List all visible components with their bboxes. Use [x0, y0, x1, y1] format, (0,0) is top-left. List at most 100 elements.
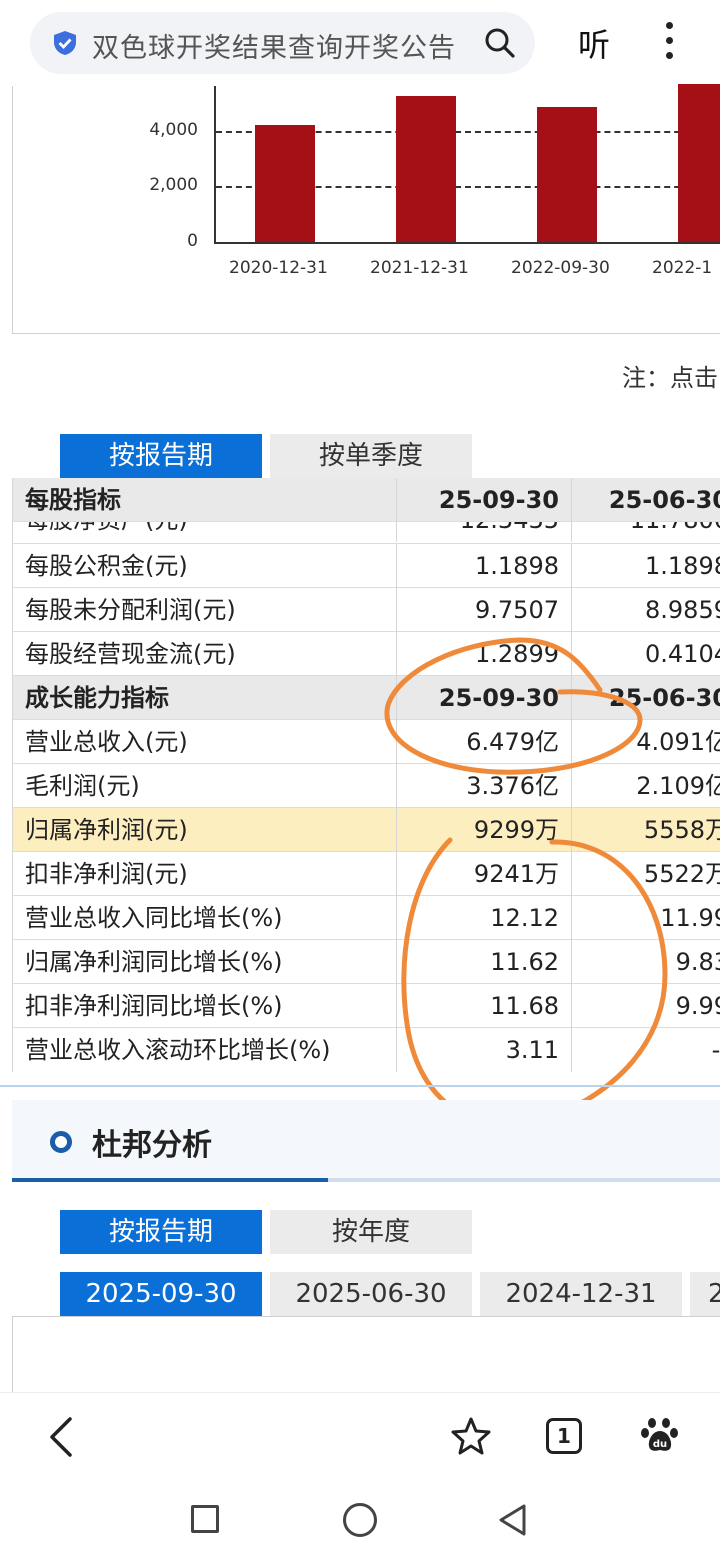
x-tick-label: 2022-09-30: [511, 258, 610, 278]
date-tab-2025-09-30[interactable]: 2025-09-30: [60, 1272, 262, 1316]
row-label: 营业总收入滚动环比增长(%): [25, 1036, 331, 1064]
row-label: 扣非净利润(元): [25, 860, 188, 888]
table-header-row: 每股指标 25-09-30 25-06-30: [13, 478, 720, 522]
row-label: 营业总收入同比增长(%): [25, 904, 283, 932]
shield-icon: [54, 31, 76, 55]
date-tab-2025-06-30[interactable]: 2025-06-30: [270, 1272, 472, 1316]
system-back-icon[interactable]: [496, 1503, 528, 1537]
row-label: 每股经营现金流(元): [25, 640, 236, 668]
bullet-ring-icon: [50, 1131, 72, 1153]
table-row: 每股未分配利润(元) 9.7507 8.9859: [13, 588, 720, 632]
section-col2: 25-06-30: [571, 676, 720, 720]
chart-bar: [678, 83, 720, 242]
y-tick-label: 2,000: [149, 175, 198, 196]
dupont-content: [12, 1316, 720, 1396]
table-row: 归属净利润同比增长(%) 11.62 9.83: [13, 940, 720, 984]
dupont-tab-by-report-period[interactable]: 按报告期: [60, 1210, 262, 1254]
home-icon[interactable]: [343, 1503, 377, 1537]
y-tick-label: 0: [187, 231, 198, 251]
table-row: 营业总收入同比增长(%) 12.12 11.99: [13, 896, 720, 940]
recent-apps-icon[interactable]: [191, 1505, 219, 1533]
row-col1: 9241万: [396, 852, 571, 896]
header-label: 每股指标: [25, 486, 121, 514]
row-label: 每股公积金(元): [25, 552, 188, 580]
chart-frame: [12, 86, 720, 334]
search-bar[interactable]: 双色球开奖结果查询开奖公告: [30, 12, 535, 74]
row-col1: 6.479亿: [396, 720, 571, 764]
more-icon[interactable]: [662, 22, 676, 62]
date-tab-2024-12-31[interactable]: 2024-12-31: [480, 1272, 682, 1316]
table-row: 扣非净利润同比增长(%) 11.68 9.99: [13, 984, 720, 1028]
section-divider: [0, 1085, 720, 1087]
row-col2: 8.9859: [571, 588, 720, 632]
table-row: 每股净资产(元) 12.3435 11.7806: [13, 522, 720, 544]
row-col2: 4.091亿: [571, 720, 720, 764]
chart-bar: [396, 96, 456, 242]
row-label: 毛利润(元): [25, 772, 140, 800]
row-col1: 9299万: [396, 808, 571, 852]
y-tick-label: 4,000: [149, 119, 198, 140]
row-label: 归属净利润(元): [25, 816, 188, 844]
row-col2: 2.109亿: [571, 764, 720, 808]
row-col2: 9.83: [571, 940, 720, 984]
row-label: 每股未分配利润(元): [25, 596, 236, 624]
table-row: 扣非净利润(元) 9241万 5522万: [13, 852, 720, 896]
star-icon[interactable]: [450, 1415, 492, 1457]
row-col1: 9.7507: [396, 588, 571, 632]
table-row: 营业总收入(元) 6.479亿 4.091亿: [13, 720, 720, 764]
search-icon[interactable]: [483, 26, 517, 60]
section-underline: [12, 1178, 720, 1182]
tab-by-report-period[interactable]: 按报告期: [60, 434, 262, 478]
row-label: 归属净利润同比增长(%): [25, 948, 283, 976]
row-col1: 3.376亿: [396, 764, 571, 808]
system-navigation-bar: [0, 1480, 720, 1558]
row-col1: 11.62: [396, 940, 571, 984]
tabs-count-button[interactable]: 1: [546, 1418, 582, 1454]
date-tab-next[interactable]: 2: [690, 1272, 720, 1316]
financial-table: 每股指标 25-09-30 25-06-30 每股净资产(元) 12.3435 …: [12, 478, 720, 1072]
baidu-paw-icon[interactable]: du: [640, 1415, 680, 1455]
y-axis: [214, 86, 216, 243]
row-col2: 1.1898: [571, 544, 720, 588]
row-label: 扣非净利润同比增长(%): [25, 992, 283, 1020]
row-col2: 0.4104: [571, 632, 720, 676]
table-row: 营业总收入滚动环比增长(%) 3.11 --: [13, 1028, 720, 1072]
row-col1: 3.11: [396, 1028, 571, 1072]
row-label: 每股净资产(元): [25, 522, 395, 542]
browser-bottom-bar: 1 du: [0, 1392, 720, 1480]
section-col1: 25-09-30: [396, 676, 571, 720]
x-tick-label: 2020-12-31: [229, 258, 328, 278]
chart-note: 注：点击: [622, 364, 718, 392]
tab-by-single-quarter[interactable]: 按单季度: [270, 434, 472, 478]
chart-bar: [255, 125, 315, 242]
row-col1: 1.1898: [396, 544, 571, 588]
section-label: 成长能力指标: [25, 684, 169, 712]
row-label: 营业总收入(元): [25, 728, 188, 756]
svg-text:du: du: [653, 1439, 667, 1450]
x-tick-label: 2021-12-31: [370, 258, 469, 278]
row-col2: 11.99: [571, 896, 720, 940]
top-bar: 双色球开奖结果查询开奖公告 听: [0, 0, 720, 86]
listen-button[interactable]: 听: [578, 20, 610, 66]
header-col1: 25-09-30: [396, 478, 571, 522]
table-section-header-row: 成长能力指标 25-09-30 25-06-30: [13, 676, 720, 720]
table-row: 每股经营现金流(元) 1.2899 0.4104: [13, 632, 720, 676]
table-row: 每股公积金(元) 1.1898 1.1898: [13, 544, 720, 588]
row-col2: --: [571, 1028, 720, 1072]
row-col1: 12.12: [396, 896, 571, 940]
x-tick-label: 2022-1: [652, 258, 713, 278]
back-icon[interactable]: [44, 1415, 80, 1459]
row-col2: 5558万: [571, 808, 720, 852]
section-title: 杜邦分析: [92, 1128, 212, 1163]
row-col2: 9.99: [571, 984, 720, 1028]
chart-bar: [537, 107, 597, 242]
row-col1: 11.68: [396, 984, 571, 1028]
row-col2: 11.7806: [571, 522, 720, 542]
row-col2: 5522万: [571, 852, 720, 896]
dupont-tab-by-year[interactable]: 按年度: [270, 1210, 472, 1254]
row-col1: 1.2899: [396, 632, 571, 676]
header-col2: 25-06-30: [571, 478, 720, 522]
table-row-highlighted: 归属净利润(元) 9299万 5558万: [13, 808, 720, 852]
search-input[interactable]: 双色球开奖结果查询开奖公告: [92, 26, 456, 65]
row-col1: 12.3435: [396, 522, 571, 542]
